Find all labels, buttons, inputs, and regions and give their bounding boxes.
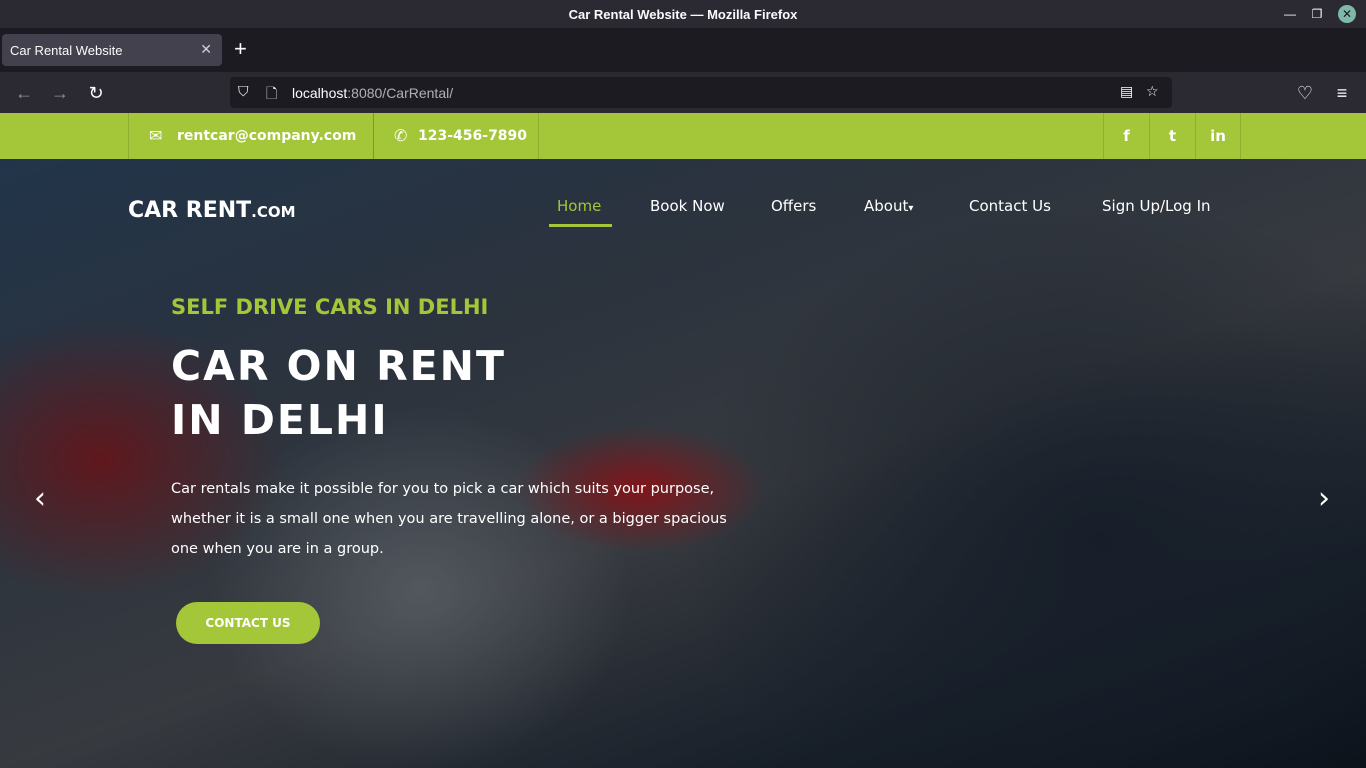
active-nav-indicator xyxy=(549,224,612,227)
carousel-prev-icon[interactable]: ‹ xyxy=(34,481,46,516)
tab-close-icon[interactable]: ✕ xyxy=(200,41,212,58)
phone-contact[interactable]: ✆ 123-456-7890 xyxy=(373,113,539,159)
window-titlebar: Car Rental Website — Mozilla Firefox — ❐… xyxy=(0,0,1366,28)
nav-home[interactable]: Home xyxy=(557,197,601,215)
hero-headline-line-1: CAR ON RENT xyxy=(171,342,506,390)
tab-label: Car Rental Website xyxy=(10,43,123,58)
logo-suffix: .COM xyxy=(251,203,296,221)
forward-icon[interactable]: → xyxy=(49,82,71,104)
url-path: :8080/CarRental/ xyxy=(347,85,454,101)
window-title: Car Rental Website — Mozilla Firefox xyxy=(568,7,798,22)
envelope-icon: ✉ xyxy=(149,126,163,145)
back-icon[interactable]: ← xyxy=(13,82,35,104)
url-bar[interactable]: ⛉ 🗋 localhost:8080/CarRental/ ▤ ☆ xyxy=(230,77,1172,108)
carousel-next-icon[interactable]: › xyxy=(1318,481,1330,516)
contact-us-button[interactable]: CONTACT US xyxy=(176,602,320,644)
tab-strip: Car Rental Website ✕ + xyxy=(0,28,1366,72)
phone-icon: ✆ xyxy=(394,126,408,145)
nav-offers[interactable]: Offers xyxy=(771,197,816,215)
tab-car-rental[interactable]: Car Rental Website ✕ xyxy=(2,34,222,66)
hero-headline-line-2: IN DELHI xyxy=(171,396,389,444)
hero-headline: CAR ON RENT IN DELHI xyxy=(171,339,671,447)
hero-kicker: SELF DRIVE CARS IN DELHI xyxy=(171,295,489,319)
twitter-icon[interactable]: t xyxy=(1149,113,1195,159)
email-text: rentcar@company.com xyxy=(177,128,357,144)
reader-view-icon[interactable]: ▤ xyxy=(1120,83,1133,100)
nav-contact-us[interactable]: Contact Us xyxy=(969,197,1051,215)
minimize-icon[interactable]: — xyxy=(1281,5,1299,23)
linkedin-icon[interactable]: in xyxy=(1195,113,1241,159)
dropdown-caret-icon: ▾ xyxy=(908,203,914,214)
new-tab-icon[interactable]: + xyxy=(234,38,247,60)
hero-banner: CAR RENT.COM Home Book Now Offers About▾… xyxy=(0,159,1366,768)
facebook-icon[interactable]: f xyxy=(1103,113,1149,159)
navigation-bar: ← → ↻ ⛉ 🗋 localhost:8080/CarRental/ ▤ ☆ … xyxy=(0,72,1366,113)
nav-book-now[interactable]: Book Now xyxy=(650,197,725,215)
url-text[interactable]: localhost:8080/CarRental/ xyxy=(292,85,453,101)
restore-icon[interactable]: ❐ xyxy=(1308,5,1326,23)
nav-about-label: About xyxy=(864,197,909,215)
phone-text: 123-456-7890 xyxy=(418,128,528,144)
nav-about[interactable]: About▾ xyxy=(864,197,913,215)
url-host: localhost xyxy=(292,85,348,101)
shield-icon[interactable]: ⛉ xyxy=(238,83,249,100)
site-logo[interactable]: CAR RENT.COM xyxy=(128,198,296,223)
reload-icon[interactable]: ↻ xyxy=(85,82,107,104)
bookmark-star-icon[interactable]: ☆ xyxy=(1146,83,1159,100)
nav-signup-login[interactable]: Sign Up/Log In xyxy=(1102,197,1211,215)
contact-top-bar: ✉ rentcar@company.com ✆ 123-456-7890 f t… xyxy=(0,113,1366,159)
hamburger-menu-icon[interactable]: ≡ xyxy=(1331,82,1353,104)
web-page: ✉ rentcar@company.com ✆ 123-456-7890 f t… xyxy=(0,113,1366,768)
logo-main: CAR RENT xyxy=(128,198,252,223)
page-icon[interactable]: 🗋 xyxy=(266,83,277,107)
hero-description: Car rentals make it possible for you to … xyxy=(171,481,727,557)
close-window-icon[interactable]: ✕ xyxy=(1338,5,1356,23)
email-contact[interactable]: ✉ rentcar@company.com xyxy=(128,113,374,159)
pocket-icon[interactable]: ♡ xyxy=(1294,82,1316,104)
